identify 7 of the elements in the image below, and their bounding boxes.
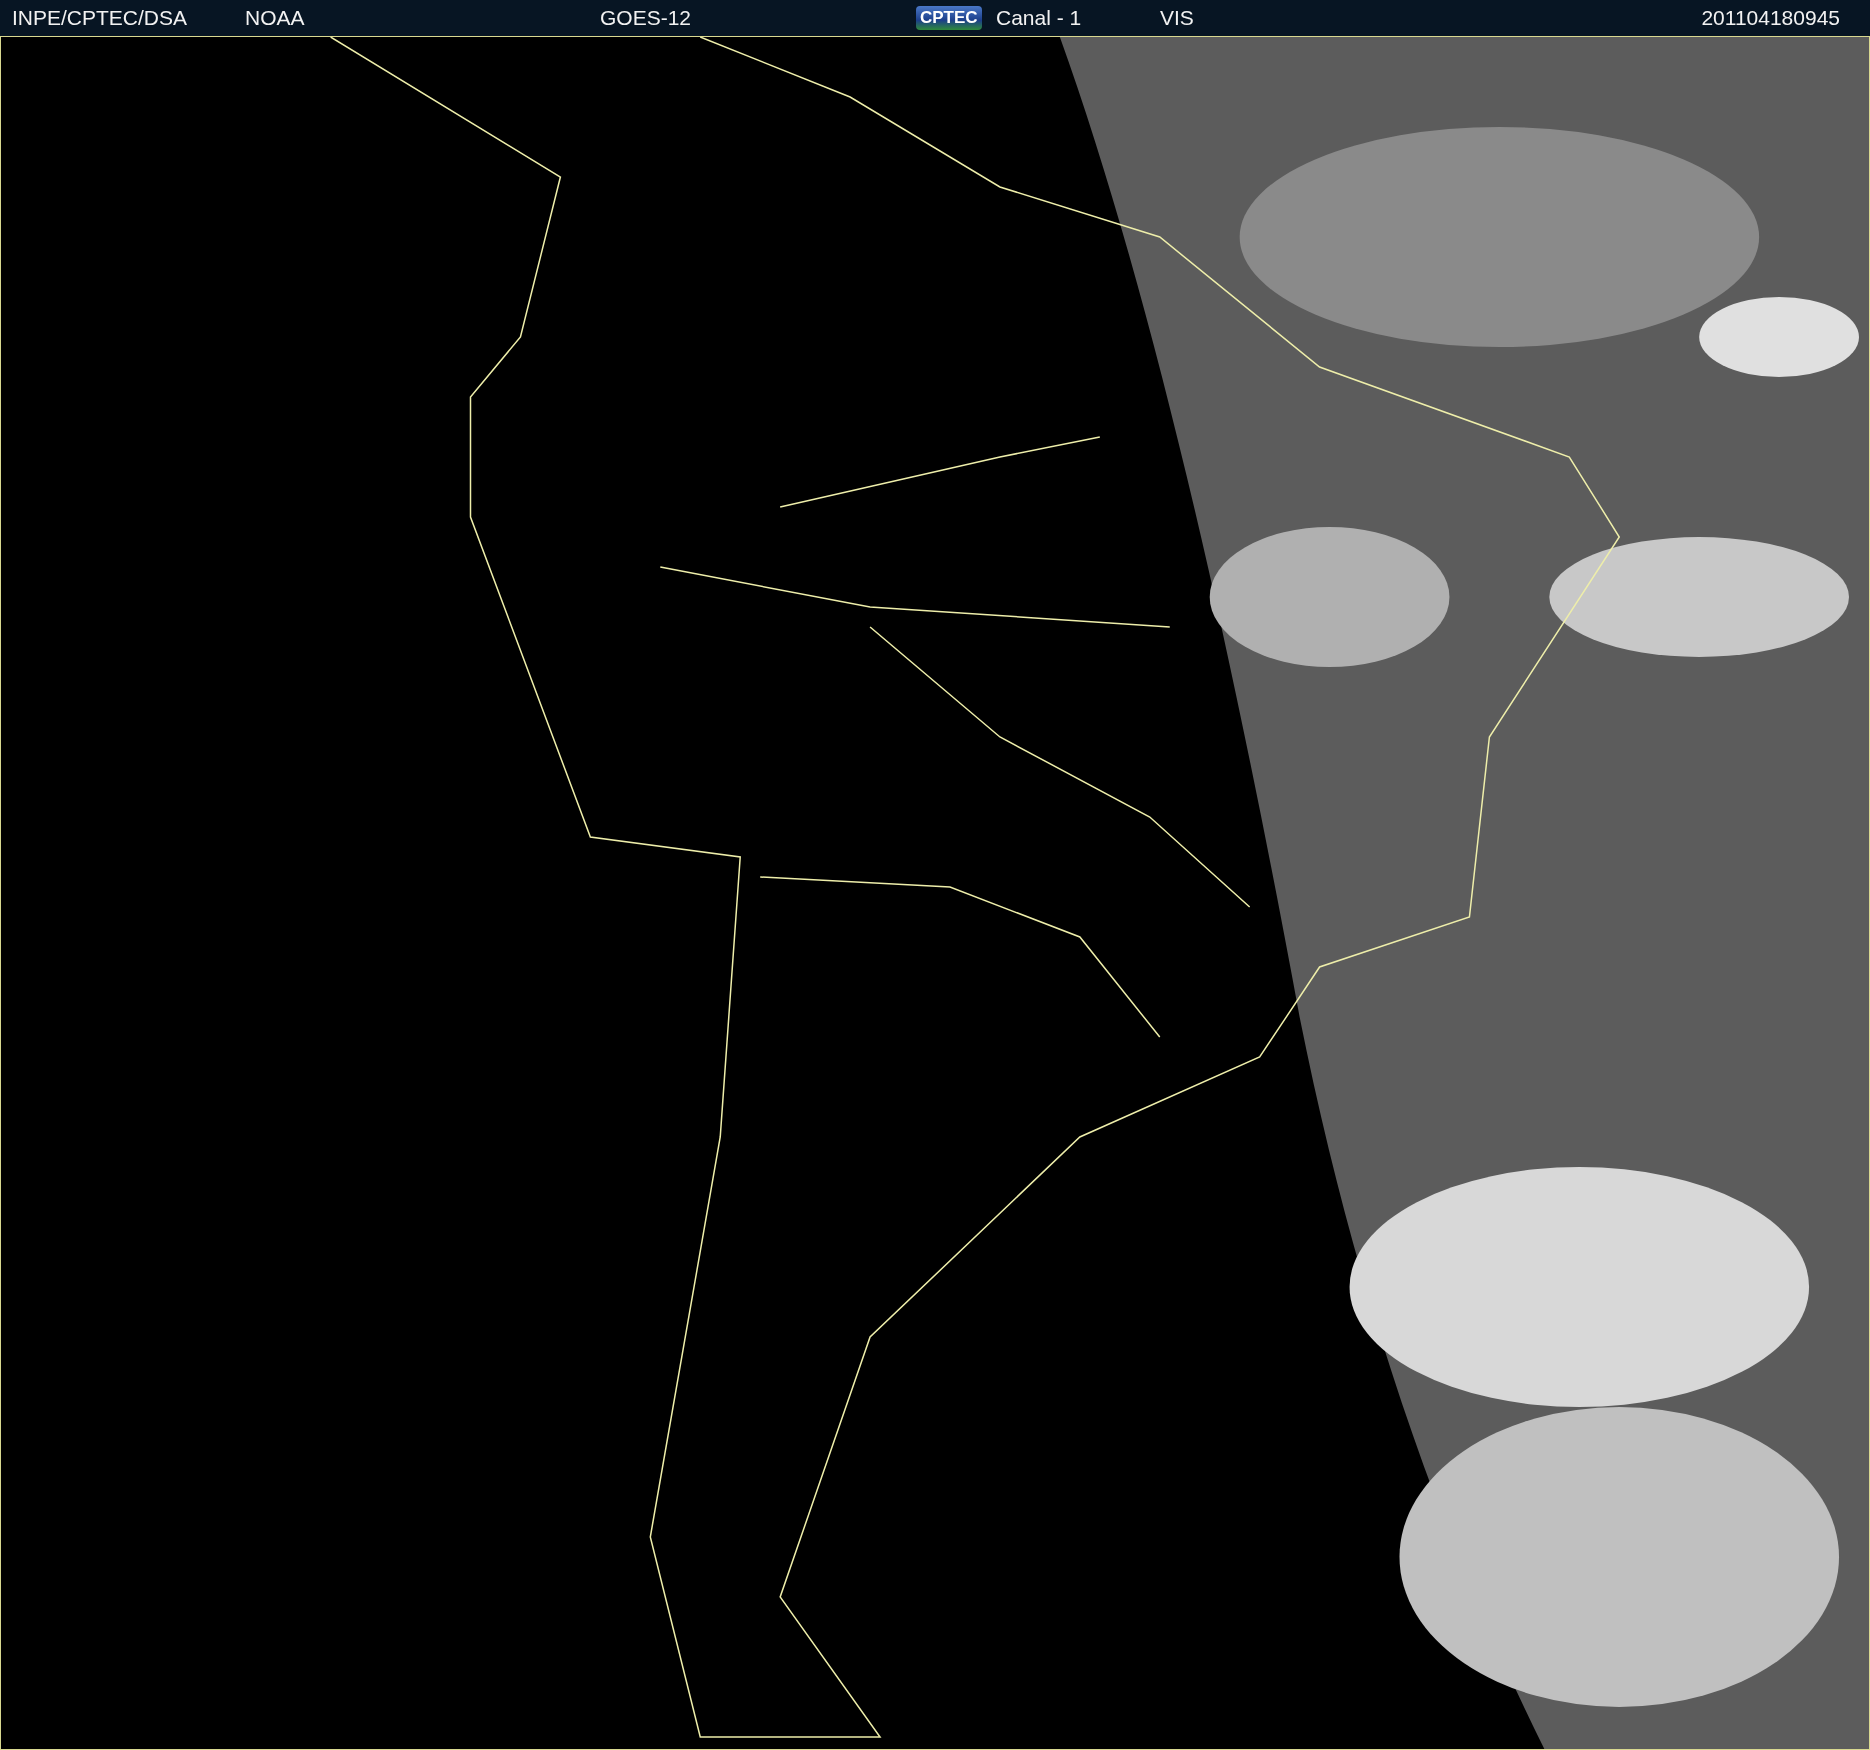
channel-label: Canal - 1 — [996, 6, 1082, 30]
agency-label: NOAA — [245, 6, 305, 30]
source-label: INPE/CPTEC/DSA — [12, 6, 188, 30]
band-label: VIS — [1160, 6, 1194, 30]
satellite-label: GOES-12 — [600, 6, 692, 30]
logo: CPTEC — [916, 6, 982, 30]
timestamp-label: 201104180945 — [1701, 6, 1840, 30]
